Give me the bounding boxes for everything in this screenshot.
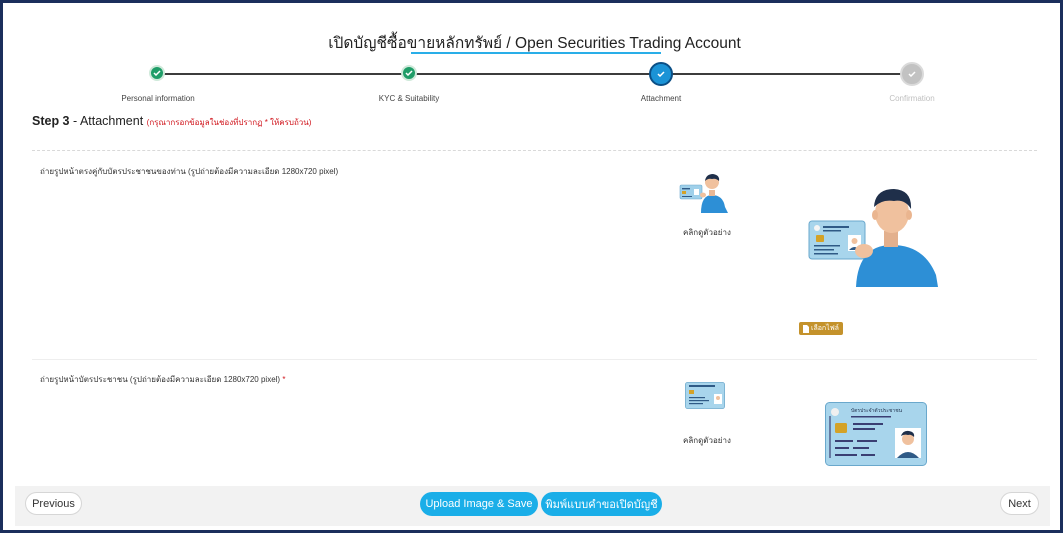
step-personal-done-icon [149, 65, 165, 81]
print-application-button[interactable]: พิมพ์แบบคำขอเปิดบัญชี [541, 492, 662, 516]
next-button[interactable]: Next [1000, 492, 1039, 515]
file-icon [803, 324, 810, 333]
selfie-example-thumbnail[interactable] [679, 173, 731, 213]
step-label-attachment: Attachment [640, 94, 682, 103]
selfie-upload-label: ถ่ายรูปหน้าตรงคู่กับบัตรประชาชนของท่าน (… [40, 167, 339, 176]
step-label-kyc: KYC & Suitability [378, 94, 440, 103]
step-attachment-current-icon [649, 62, 673, 86]
id-card-label-text: ถ่ายรูปหน้าบัตรประชาชน (รูปถ่ายต้องมีควา… [40, 375, 281, 384]
previous-button[interactable]: Previous [25, 492, 82, 515]
upload-save-button[interactable]: Upload Image & Save [420, 492, 538, 516]
id-card-example-thumbnail[interactable] [685, 382, 725, 410]
selfie-example-link[interactable]: คลิกดูตัวอย่าง [683, 226, 731, 239]
section-separator [32, 359, 1037, 360]
step-label-personal: Personal information [121, 94, 195, 103]
step-name: Attachment [79, 114, 144, 128]
app-window: เปิดบัญชีซื้อขายหลักทรัพย์ / Open Securi… [0, 0, 1063, 533]
selfie-sample-illustration [808, 189, 938, 287]
step-kyc-done-icon [401, 65, 417, 81]
step-heading: Step 3 - Attachment (กรุณากรอกข้อมูลในช่… [32, 114, 311, 129]
required-note: (กรุณากรอกข้อมูลในช่องที่ปรากฏ * ให้ครบถ… [146, 118, 312, 127]
section-divider [32, 150, 1037, 151]
id-card-sample-illustration: บัตรประจำตัวประชาชน [825, 402, 927, 467]
title-underline [411, 52, 661, 54]
required-asterisk: * [282, 375, 286, 384]
step-label-confirmation: Confirmation [889, 94, 935, 103]
heading-separator: - [69, 114, 80, 128]
id-card-example-link[interactable]: คลิกดูตัวอย่าง [683, 434, 731, 447]
step-number: Step 3 [32, 114, 70, 128]
id-card-upload-label: ถ่ายรูปหน้าบัตรประชาชน (รูปถ่ายต้องมีควา… [40, 373, 285, 386]
choose-file-button[interactable]: เลือกไฟล์ [799, 322, 843, 335]
step-confirmation-todo-icon [900, 62, 924, 86]
stepper-line [158, 73, 913, 75]
footer-bar: Previous Upload Image & Save พิมพ์แบบคำข… [15, 486, 1050, 526]
id-card-title: บัตรประจำตัวประชาชน [851, 408, 903, 414]
choose-file-label: เลือกไฟล์ [811, 325, 839, 332]
